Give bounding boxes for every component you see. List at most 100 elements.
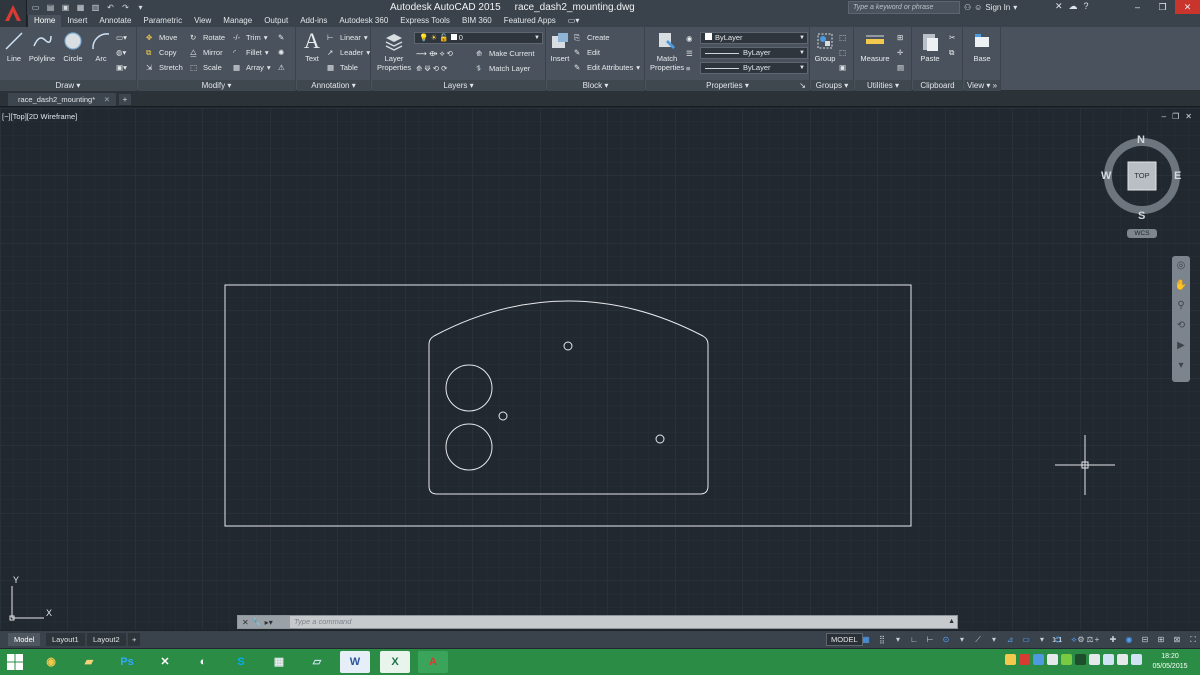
tab-home[interactable]: Home	[28, 15, 62, 27]
polyline-button[interactable]: Polyline	[27, 30, 57, 63]
command-input[interactable]: Type a command	[294, 616, 351, 628]
close-viewport-icon[interactable]: ✕	[1185, 112, 1192, 121]
lineweight-toggle-icon[interactable]: ▭	[1020, 633, 1032, 646]
layer-properties-button[interactable]: Layer Properties	[377, 30, 411, 72]
open-file-icon[interactable]: ▤	[45, 2, 56, 13]
tab-layout1[interactable]: Layout1	[46, 633, 85, 646]
dynamic-input-icon[interactable]: ⊢	[924, 633, 936, 646]
undo-icon[interactable]: ↶	[105, 2, 116, 13]
text-button[interactable]: A Text	[301, 30, 323, 64]
recent-commands-icon[interactable]: ▸▾	[265, 618, 273, 627]
exchange-icon[interactable]: ✕	[1055, 1, 1063, 12]
mirror-button[interactable]: ⧋ Mirror	[190, 46, 223, 59]
tray-app-icon[interactable]	[1005, 654, 1016, 665]
tab-insert[interactable]: Insert	[61, 15, 93, 27]
viewport-controls-label[interactable]: [−][Top][2D Wireframe]	[2, 112, 77, 121]
orbit-icon[interactable]: ⟲	[1172, 316, 1190, 336]
make-current-button[interactable]: ⟰ Make Current	[476, 47, 534, 60]
tray-volume-icon[interactable]	[1117, 654, 1128, 665]
new-file-icon[interactable]: ▭	[30, 2, 41, 13]
units-icon[interactable]: ◉	[1123, 633, 1135, 646]
notes-icon[interactable]: ▱	[302, 651, 332, 673]
windows-start-icon[interactable]	[6, 653, 24, 671]
close-button[interactable]: ✕	[1175, 0, 1200, 14]
compass-south[interactable]: S	[1138, 210, 1145, 222]
tab-bim-360[interactable]: BIM 360	[456, 15, 498, 27]
ortho-icon[interactable]: ⊙	[940, 633, 952, 646]
tray-battery-icon[interactable]	[1075, 654, 1086, 665]
measure-button[interactable]: Measure	[859, 30, 891, 63]
compass-east[interactable]: E	[1174, 170, 1181, 182]
line-button[interactable]: Line	[3, 30, 25, 63]
tab-annotate[interactable]: Annotate	[93, 15, 137, 27]
showmotion-icon[interactable]: ▶	[1172, 336, 1190, 356]
close-tab-icon[interactable]: ✕	[104, 93, 110, 106]
annotation-panel-title[interactable]: Annotation ▾	[297, 80, 370, 91]
tray-flag-icon[interactable]	[1089, 654, 1100, 665]
tray-keyboard-icon[interactable]	[1131, 654, 1142, 665]
save-as-icon[interactable]: ▦	[75, 2, 86, 13]
print-icon[interactable]: ▥	[90, 2, 101, 13]
skype-icon[interactable]: S	[226, 651, 256, 673]
app-menu-button[interactable]	[0, 0, 27, 27]
lock-ui-icon[interactable]: ⊞	[1155, 633, 1167, 646]
group-select-icon[interactable]: ▣	[839, 61, 846, 74]
quick-select-icon[interactable]: ⊞	[897, 31, 903, 44]
tray-network-app-icon[interactable]	[1033, 654, 1044, 665]
paste-button[interactable]: Paste	[917, 30, 943, 63]
stretch-button[interactable]: ⇲ Stretch	[146, 61, 183, 74]
lineweight-dropdown[interactable]: ByLayer ▼	[700, 47, 808, 59]
copy-button[interactable]: ⧉ Copy	[146, 46, 177, 59]
rotate-button[interactable]: ↻ Rotate	[190, 31, 225, 44]
minimize-viewport-icon[interactable]: –	[1162, 112, 1166, 121]
offset-icon[interactable]: ⚠	[278, 61, 285, 74]
command-line[interactable]: ✕ 🔧 ▸▾ Type a command ▲	[237, 615, 958, 629]
id-point-icon[interactable]: ✛	[897, 46, 903, 59]
redo-icon[interactable]: ↷	[120, 2, 131, 13]
layer-tools-row-1[interactable]: ⟿ ⟴ ⟡ ⟲	[416, 47, 453, 60]
group-button[interactable]: Group	[813, 30, 837, 63]
minimize-button[interactable]: –	[1125, 0, 1150, 14]
tray-antivirus-icon[interactable]	[1019, 654, 1030, 665]
pan-icon[interactable]: ✋	[1172, 276, 1190, 296]
chrome-icon[interactable]: ◉	[36, 651, 66, 673]
object-snap-tracking-icon[interactable]: ▾	[988, 633, 1000, 646]
taskbar-clock[interactable]: 18:20 05/05/2015	[1146, 652, 1194, 672]
arc-button[interactable]: Arc	[90, 30, 112, 63]
snap-toggle-icon[interactable]: ⣿	[876, 633, 888, 646]
workspace-gear-icon[interactable]: ⚙	[1075, 633, 1087, 646]
steam-icon[interactable]: ◐	[188, 651, 218, 673]
array-button[interactable]: ▦ Array ▾	[233, 61, 271, 74]
base-view-button[interactable]: Base	[970, 30, 994, 63]
circle-button[interactable]: Circle	[61, 30, 85, 63]
scale-button[interactable]: ⬚ Scale	[190, 61, 222, 74]
photoshop-icon[interactable]: Ps	[112, 651, 142, 673]
insert-button[interactable]: Insert	[549, 30, 571, 63]
steering-wheel-icon[interactable]: ◎	[1172, 256, 1190, 276]
calculator-app-icon[interactable]: ▦	[264, 651, 294, 673]
restore-button[interactable]: ❐	[1150, 0, 1175, 14]
match-properties-button[interactable]: Match Properties	[650, 30, 684, 72]
tray-steam-icon[interactable]	[1047, 654, 1058, 665]
tab-autodesk-360[interactable]: Autodesk 360	[333, 15, 394, 27]
tab-parametric[interactable]: Parametric	[137, 15, 188, 27]
a360-icon[interactable]: ☁	[1069, 1, 1078, 12]
navbar-menu-icon[interactable]: ▾	[1172, 356, 1190, 376]
draw-panel-title[interactable]: Draw ▾	[0, 80, 136, 91]
hatch-icon[interactable]: ◍▾	[116, 46, 126, 59]
viewcube-top-face[interactable]: TOP	[1128, 171, 1156, 180]
xbox-icon[interactable]: ✕	[150, 651, 180, 673]
match-layer-button[interactable]: ⥮ Match Layer	[476, 62, 530, 75]
model-space-button[interactable]: MODEL	[826, 633, 863, 646]
customize-qat-icon[interactable]: ▾	[135, 2, 146, 13]
save-icon[interactable]: ▣	[60, 2, 71, 13]
file-explorer-icon[interactable]: ▰	[74, 651, 104, 673]
wcs-menu[interactable]: WCS	[1127, 229, 1157, 238]
panel-launcher-icon[interactable]: ↘	[799, 80, 806, 91]
snap-menu-icon[interactable]: ▾	[892, 633, 904, 646]
sign-in-button[interactable]: ⚇ ☺ Sign In ▾	[964, 1, 1017, 14]
annotation-monitor-icon[interactable]: ✚	[1107, 633, 1119, 646]
group-edit-icon[interactable]: ⬚	[839, 46, 846, 59]
linear-dimension-button[interactable]: ⊢ Linear ▾	[327, 31, 368, 44]
color-dropdown[interactable]: ByLayer ▼	[700, 32, 808, 44]
